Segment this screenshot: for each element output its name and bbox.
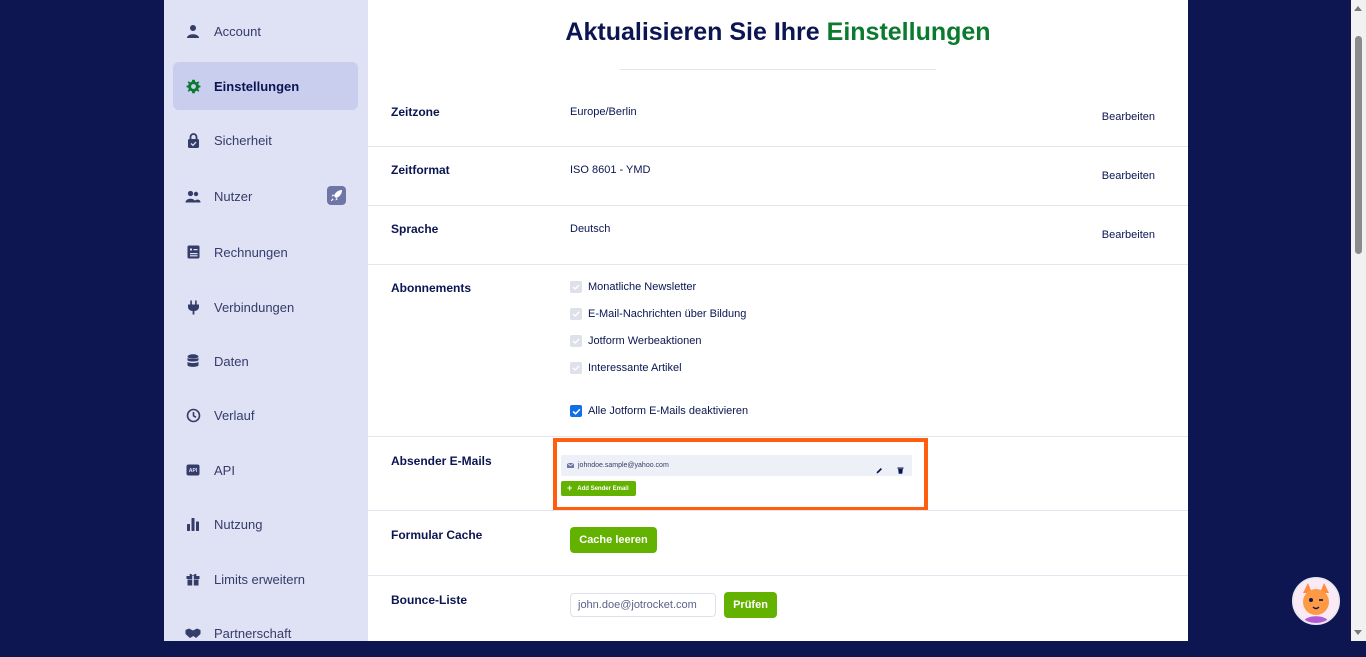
scroll-up-icon[interactable] <box>1354 6 1362 11</box>
sidebar-item-rechnungen[interactable]: Rechnungen <box>173 228 358 276</box>
trash-icon[interactable] <box>897 461 904 479</box>
setting-label: Zeitformat <box>391 163 450 177</box>
setting-row-sprache: Sprache Deutsch Bearbeiten <box>368 205 1188 265</box>
sender-email-value: johndoe.sample@yahoo.com <box>578 462 669 469</box>
sidebar-item-label: Verlauf <box>214 407 255 423</box>
sidebar-item-label: Verbindungen <box>214 299 295 315</box>
bounce-email-input[interactable]: john.doe@jotrocket.com <box>570 593 716 617</box>
disable-all-emails-option[interactable]: Alle Jotform E-Mails deaktivieren <box>570 405 748 417</box>
svg-text:API: API <box>189 468 198 474</box>
settings-panel: Aktualisieren Sie Ihre Einstellungen Zei… <box>368 0 1188 641</box>
setting-row-zeitzone: Zeitzone Europe/Berlin Bearbeiten <box>368 88 1188 146</box>
pencil-icon[interactable] <box>876 461 883 479</box>
setting-label: Sprache <box>391 222 439 236</box>
sidebar-item-label: Sicherheit <box>214 132 272 148</box>
subscription-option[interactable]: Monatliche Newsletter <box>570 281 696 293</box>
sidebar-item-partnerschaft[interactable]: Partnerschaft <box>173 609 358 657</box>
gear-icon <box>185 78 201 94</box>
plug-icon <box>185 299 201 315</box>
option-label: Monatliche Newsletter <box>588 281 697 293</box>
sidebar-item-sicherheit[interactable]: Sicherheit <box>173 116 358 164</box>
option-label: Alle Jotform E-Mails deaktivieren <box>588 405 749 417</box>
sidebar-item-verbindungen[interactable]: Verbindungen <box>173 283 358 331</box>
edit-sprache-link[interactable]: Bearbeiten <box>1102 229 1155 241</box>
sidebar-item-label: API <box>214 462 235 478</box>
sidebar-item-api[interactable]: API API <box>173 446 358 494</box>
checkbox-disabled <box>570 281 582 293</box>
lock-icon <box>185 132 201 148</box>
sender-email-highlight: johndoe.sample@yahoo.com + Add Sender Em… <box>553 438 928 511</box>
sidebar-item-verlauf[interactable]: Verlauf <box>173 391 358 439</box>
check-bounce-button[interactable]: Prüfen <box>724 592 777 618</box>
option-label: Interessante Artikel <box>588 362 682 374</box>
title-divider <box>620 69 936 70</box>
sidebar-item-account[interactable]: Account <box>173 7 358 55</box>
add-sender-email-button[interactable]: + Add Sender Email <box>561 481 636 496</box>
setting-label: Bounce-Liste <box>391 593 468 607</box>
sidebar-item-label: Nutzung <box>214 516 263 532</box>
scrollbar-thumb[interactable] <box>1355 36 1362 254</box>
checkbox-checked[interactable] <box>570 405 582 417</box>
handshake-icon <box>185 625 201 641</box>
sender-email-card: johndoe.sample@yahoo.com <box>561 455 912 476</box>
sidebar-item-label: Daten <box>214 353 249 369</box>
subscription-option[interactable]: Interessante Artikel <box>570 362 682 374</box>
sidebar-item-label: Limits erweitern <box>214 571 306 587</box>
plus-icon: + <box>567 483 573 493</box>
setting-row-cache: Formular Cache <box>368 510 1188 576</box>
sidebar-item-nutzer[interactable]: Nutzer <box>173 172 358 220</box>
sidebar-item-label: Nutzer <box>214 188 253 204</box>
sidebar-item-daten[interactable]: Daten <box>173 337 358 385</box>
setting-value: Europe/Berlin <box>570 106 637 118</box>
scroll-down-icon[interactable] <box>1354 630 1362 635</box>
sidebar-item-nutzung[interactable]: Nutzung <box>173 500 358 548</box>
sidebar-item-einstellungen[interactable]: Einstellungen <box>173 62 358 110</box>
bar-chart-icon <box>185 516 201 532</box>
subscription-option[interactable]: Jotform Werbeaktionen <box>570 335 702 347</box>
invoice-icon <box>185 244 201 260</box>
setting-label: Abonnements <box>391 281 472 295</box>
sidebar-item-limits[interactable]: Limits erweitern <box>173 555 358 603</box>
page-title: Aktualisieren Sie Ihre Einstellungen <box>368 18 1188 47</box>
sidebar-item-label: Einstellungen <box>214 78 300 94</box>
setting-row-bounce: Bounce-Liste <box>368 575 1188 641</box>
edit-zeitformat-link[interactable]: Bearbeiten <box>1102 170 1155 182</box>
setting-value: ISO 8601 - YMD <box>570 164 651 176</box>
setting-row-abonnements: Abonnements <box>368 264 1188 437</box>
setting-label: Absender E-Mails <box>391 454 492 468</box>
api-icon: API <box>185 462 201 478</box>
page-scrollbar[interactable] <box>1351 0 1366 641</box>
option-label: E-Mail-Nachrichten über Bildung <box>588 308 747 320</box>
history-icon <box>185 407 201 423</box>
users-icon <box>185 188 201 204</box>
setting-label: Formular Cache <box>391 528 483 542</box>
ai-assistant-avatar[interactable] <box>1292 577 1340 625</box>
edit-zeitzone-link[interactable]: Bearbeiten <box>1102 111 1155 123</box>
checkbox-disabled <box>570 308 582 320</box>
sidebar-item-label: Account <box>214 23 261 39</box>
title-accent: Einstellungen <box>826 18 991 46</box>
rocket-icon <box>327 186 346 205</box>
setting-value: Deutsch <box>570 223 611 235</box>
add-sender-label: Add Sender Email <box>577 485 629 492</box>
checkbox-disabled <box>570 335 582 347</box>
setting-row-zeitformat: Zeitformat ISO 8601 - YMD Bearbeiten <box>368 146 1188 206</box>
setting-label: Zeitzone <box>391 105 440 119</box>
sidebar: Account Einstellungen Sicherheit Nutzer … <box>164 0 368 641</box>
title-text: Aktualisieren Sie Ihre <box>565 18 820 46</box>
user-icon <box>185 23 201 39</box>
clear-cache-button[interactable]: Cache leeren <box>570 527 657 553</box>
checkbox-disabled <box>570 362 582 374</box>
option-label: Jotform Werbeaktionen <box>588 335 702 347</box>
database-icon <box>185 353 201 369</box>
sidebar-item-label: Rechnungen <box>214 244 288 260</box>
sidebar-item-label: Partnerschaft <box>214 625 292 641</box>
mail-icon <box>567 463 574 468</box>
subscription-option[interactable]: E-Mail-Nachrichten über Bildung <box>570 308 746 320</box>
gift-icon <box>185 571 201 587</box>
